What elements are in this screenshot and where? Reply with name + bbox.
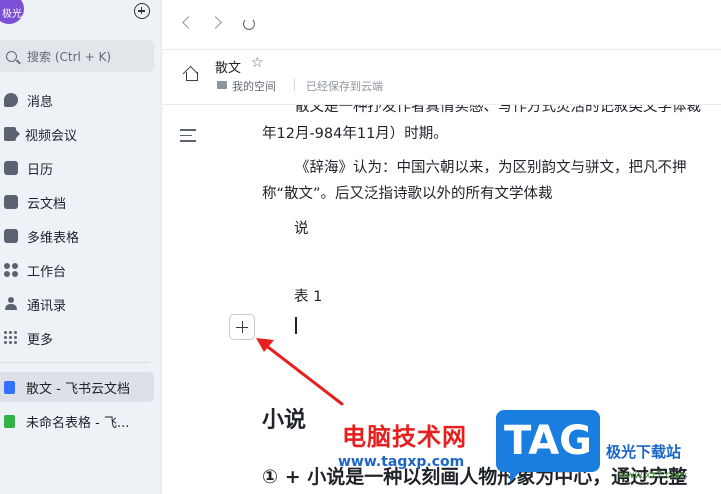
top-bar <box>162 0 721 50</box>
base-icon <box>4 229 18 243</box>
watermark-site-url: www.xz7.com <box>618 470 687 481</box>
paragraph-text[interactable]: 年12月-984年11月）时期。 <box>262 122 448 143</box>
sidebar: 极光 搜索 (Ctrl + K) 消息 视频会议 日历 云文档 多维表格 工作台… <box>0 0 162 494</box>
create-plus-icon[interactable] <box>134 3 150 19</box>
contacts-icon <box>4 297 18 311</box>
annotation-arrow <box>256 338 344 406</box>
sidebar-item-label: 工作台 <box>27 264 67 280</box>
open-doc-tab-sheet[interactable]: 未命名表格 - 飞... <box>0 406 154 436</box>
doc-icon <box>4 380 15 394</box>
save-status: 已经保存到云端 <box>306 80 383 93</box>
sidebar-item-label: 云文档 <box>27 196 67 212</box>
sidebar-item-label: 视频会议 <box>25 128 78 144</box>
cloud-doc-icon <box>4 195 18 209</box>
paragraph-text[interactable]: 称“散文”。后又泛指诗歌以外的所有文学体裁 <box>262 182 553 203</box>
refresh-icon[interactable] <box>243 18 255 30</box>
watermark-badge: TAG <box>496 410 600 482</box>
more-icon <box>4 331 18 345</box>
calendar-icon <box>4 161 18 175</box>
folder-icon <box>217 81 227 89</box>
sidebar-nav: 消息 视频会议 日历 云文档 多维表格 工作台 通讯录 更多 <box>0 83 162 355</box>
home-icon[interactable] <box>183 66 199 81</box>
back-icon[interactable] <box>182 16 195 29</box>
watermark-site: 极光下载站 <box>606 443 682 461</box>
forward-icon[interactable] <box>209 16 222 29</box>
message-icon <box>4 93 18 107</box>
paragraph-text[interactable]: 《辞海》认为：中国六朝以来，为区别韵文与骈文，把凡不押 <box>295 156 687 177</box>
watermark-badge-text: TAG <box>504 418 592 464</box>
watermark-url: www.tagxp.com <box>338 454 465 470</box>
open-doc-label: 散文 - 飞书云文档 <box>26 381 130 397</box>
paragraph-text[interactable]: 说 <box>294 217 309 238</box>
sidebar-item-messages[interactable]: 消息 <box>0 83 162 117</box>
paragraph-text[interactable]: 散文是一种抒发作者真情实感、写作方式灵活的记叙类文学体裁 <box>295 105 701 116</box>
sidebar-item-contacts[interactable]: 通讯录 <box>0 287 162 321</box>
sidebar-item-label: 多维表格 <box>27 230 80 246</box>
search-input[interactable]: 搜索 (Ctrl + K) <box>0 40 154 72</box>
video-icon <box>4 127 20 141</box>
table-caption[interactable]: 表 1 <box>294 285 322 306</box>
watermark-brand: 电脑技术网 <box>342 423 467 451</box>
sidebar-item-workbench[interactable]: 工作台 <box>0 253 162 287</box>
star-icon[interactable]: ☆ <box>251 55 264 71</box>
sidebar-item-label: 通讯录 <box>27 298 67 314</box>
open-doc-label: 未命名表格 - 飞... <box>26 415 130 431</box>
sidebar-item-label: 日历 <box>27 162 54 178</box>
sidebar-item-label: 更多 <box>27 332 54 348</box>
avatar-text: 极光 <box>2 8 22 20</box>
sidebar-item-base[interactable]: 多维表格 <box>0 219 162 253</box>
avatar[interactable]: 极光 <box>0 0 24 24</box>
workbench-icon <box>4 263 18 277</box>
page-title[interactable]: 散文 <box>215 57 241 76</box>
breadcrumb-location[interactable]: 我的空间 <box>232 78 276 94</box>
search-placeholder: 搜索 (Ctrl + K) <box>27 49 112 64</box>
open-doc-tab-essay[interactable]: 散文 - 飞书云文档 <box>0 372 154 402</box>
sidebar-item-label: 消息 <box>27 94 54 110</box>
sidebar-item-calendar[interactable]: 日历 <box>0 151 162 185</box>
sidebar-item-cloud-docs[interactable]: 云文档 <box>0 185 162 219</box>
sheet-icon <box>4 414 15 428</box>
divider <box>294 79 295 91</box>
search-icon <box>6 50 17 62</box>
sidebar-divider <box>0 362 150 363</box>
sidebar-item-more[interactable]: 更多 <box>0 321 162 355</box>
sidebar-item-video[interactable]: 视频会议 <box>0 117 162 151</box>
